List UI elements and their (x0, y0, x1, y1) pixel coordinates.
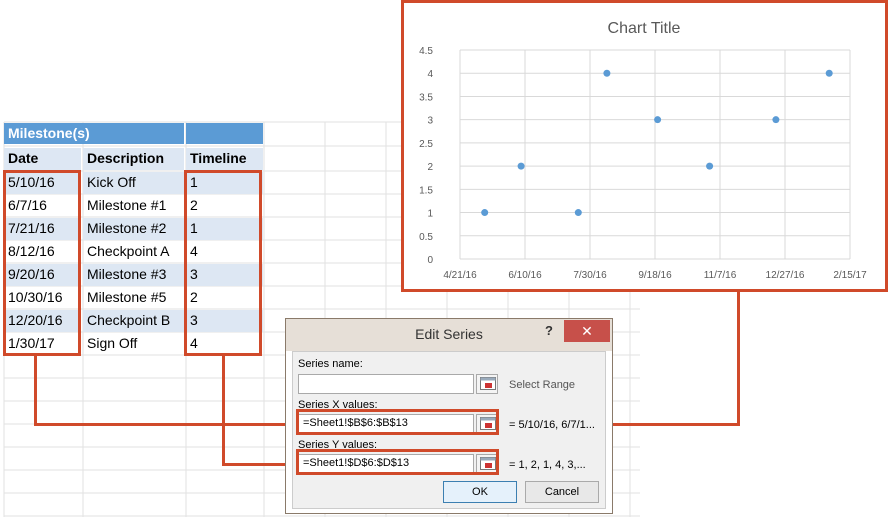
edit-series-dialog: Edit Series ? ✕ Series name: Select Rang… (285, 318, 613, 514)
table-title-blank-cell[interactable] (186, 123, 263, 144)
y-label-pre: Series (298, 439, 333, 451)
collapse-dialog-icon (480, 377, 496, 390)
series-x-values-label: Series X values: (298, 399, 378, 411)
cell-description[interactable]: Milestone #2 (83, 218, 184, 240)
cell-timeline[interactable]: 1 (186, 218, 263, 240)
cell-date[interactable]: 1/30/17 (4, 333, 81, 355)
x-tick-label: 7/30/16 (573, 270, 607, 281)
y-tick-label: 1.5 (419, 185, 433, 196)
cell-date[interactable]: 10/30/16 (4, 287, 81, 309)
header-date[interactable]: Date (4, 148, 81, 170)
data-point (706, 162, 714, 170)
x-label-pre: Series (298, 399, 333, 411)
cell-date[interactable]: 8/12/16 (4, 241, 81, 263)
collapse-dialog-icon (480, 457, 496, 470)
dialog-titlebar[interactable]: Edit Series ? ✕ (286, 319, 612, 351)
cell-timeline[interactable]: 4 (186, 241, 263, 263)
data-point (481, 209, 489, 217)
x-tick-label: 9/18/16 (638, 270, 672, 281)
x-tick-label: 12/27/16 (766, 270, 805, 281)
cell-date[interactable]: 7/21/16 (4, 218, 81, 240)
cell-timeline[interactable]: 2 (186, 195, 263, 217)
chart-connector-vertical (737, 292, 740, 426)
header-description[interactable]: Description (83, 148, 184, 170)
x-tick-label: 2/15/17 (833, 270, 867, 281)
data-point (654, 116, 662, 124)
cell-date[interactable]: 5/10/16 (4, 172, 81, 194)
cell-timeline[interactable]: 1 (186, 172, 263, 194)
y-tick-label: 3 (427, 116, 433, 127)
cancel-button[interactable]: Cancel (525, 481, 599, 503)
chart-title[interactable]: Chart Title (608, 20, 681, 37)
series-y-values-label: Series Y values: (298, 439, 377, 451)
y-tick-label: 2 (427, 162, 433, 173)
x-connector-horizontal (34, 423, 298, 426)
chart-plot: Chart Title 0 0.5 1 1.5 2 2.5 3 3.5 4 4.5 4/21/16 6… (419, 20, 867, 281)
x-tick-label: 4/21/16 (443, 270, 477, 281)
series-y-range-button[interactable] (476, 454, 498, 474)
y-connector-vertical (222, 356, 225, 466)
data-point (574, 209, 582, 217)
collapse-dialog-icon (480, 417, 496, 430)
cell-description[interactable]: Milestone #3 (83, 264, 184, 286)
cell-date[interactable]: 9/20/16 (4, 264, 81, 286)
x-connector-vertical (34, 356, 37, 426)
x-label-accel: X (332, 399, 340, 411)
y-tick-label: 4.5 (419, 46, 433, 57)
series-name-label: Series name: (298, 358, 363, 370)
header-timeline[interactable]: Timeline (186, 148, 263, 170)
help-button[interactable]: ? (538, 323, 560, 343)
cell-description[interactable]: Kick Off (83, 172, 184, 194)
cell-timeline[interactable]: 4 (186, 333, 263, 355)
cell-timeline[interactable]: 3 (186, 310, 263, 332)
x-label-post: values: (339, 399, 378, 411)
data-point (772, 116, 780, 124)
series-y-values-input[interactable]: =Sheet1!$D$6:$D$13 (298, 454, 474, 474)
y-tick-label: 0.5 (419, 232, 433, 243)
cell-timeline[interactable]: 3 (186, 264, 263, 286)
scatter-chart[interactable]: Chart Title 0 0.5 1 1.5 2 2.5 3 3.5 4 4.5 4/21/16 6… (401, 0, 888, 292)
cell-description[interactable]: Checkpoint A (83, 241, 184, 263)
cell-date[interactable]: 12/20/16 (4, 310, 81, 332)
y-tick-label: 0 (427, 255, 433, 266)
series-name-input[interactable] (298, 374, 474, 394)
table-title[interactable]: Milestone(s) (4, 123, 184, 144)
close-button[interactable]: ✕ (564, 320, 610, 342)
cell-timeline[interactable]: 2 (186, 287, 263, 309)
select-range-text: Select Range (509, 379, 576, 391)
series-name-range-button[interactable] (476, 374, 498, 394)
y-label-post: values: (339, 439, 378, 451)
y-tick-label: 3.5 (419, 92, 433, 103)
dialog-body: Series name: Select Range Series X value… (292, 351, 606, 509)
cell-description[interactable]: Sign Off (83, 333, 184, 355)
series-y-preview: = 1, 2, 1, 4, 3,... (509, 459, 586, 471)
x-tick-label: 11/7/16 (704, 270, 737, 281)
cell-description[interactable]: Milestone #5 (83, 287, 184, 309)
data-point (517, 162, 525, 170)
series-x-preview: = 5/10/16, 6/7/1... (509, 419, 595, 431)
y-tick-label: 2.5 (419, 139, 433, 150)
cell-date[interactable]: 6/7/16 (4, 195, 81, 217)
cell-description[interactable]: Milestone #1 (83, 195, 184, 217)
data-point (825, 69, 833, 77)
y-tick-label: 4 (427, 69, 433, 80)
y-tick-label: 1 (427, 209, 433, 220)
cell-description[interactable]: Checkpoint B (83, 310, 184, 332)
ok-button[interactable]: OK (443, 481, 517, 503)
chart-connector-horizontal (611, 423, 740, 426)
series-x-values-input[interactable]: =Sheet1!$B$6:$B$13 (298, 414, 474, 434)
data-point (603, 69, 611, 77)
series-x-range-button[interactable] (476, 414, 498, 434)
x-tick-label: 6/10/16 (508, 270, 542, 281)
